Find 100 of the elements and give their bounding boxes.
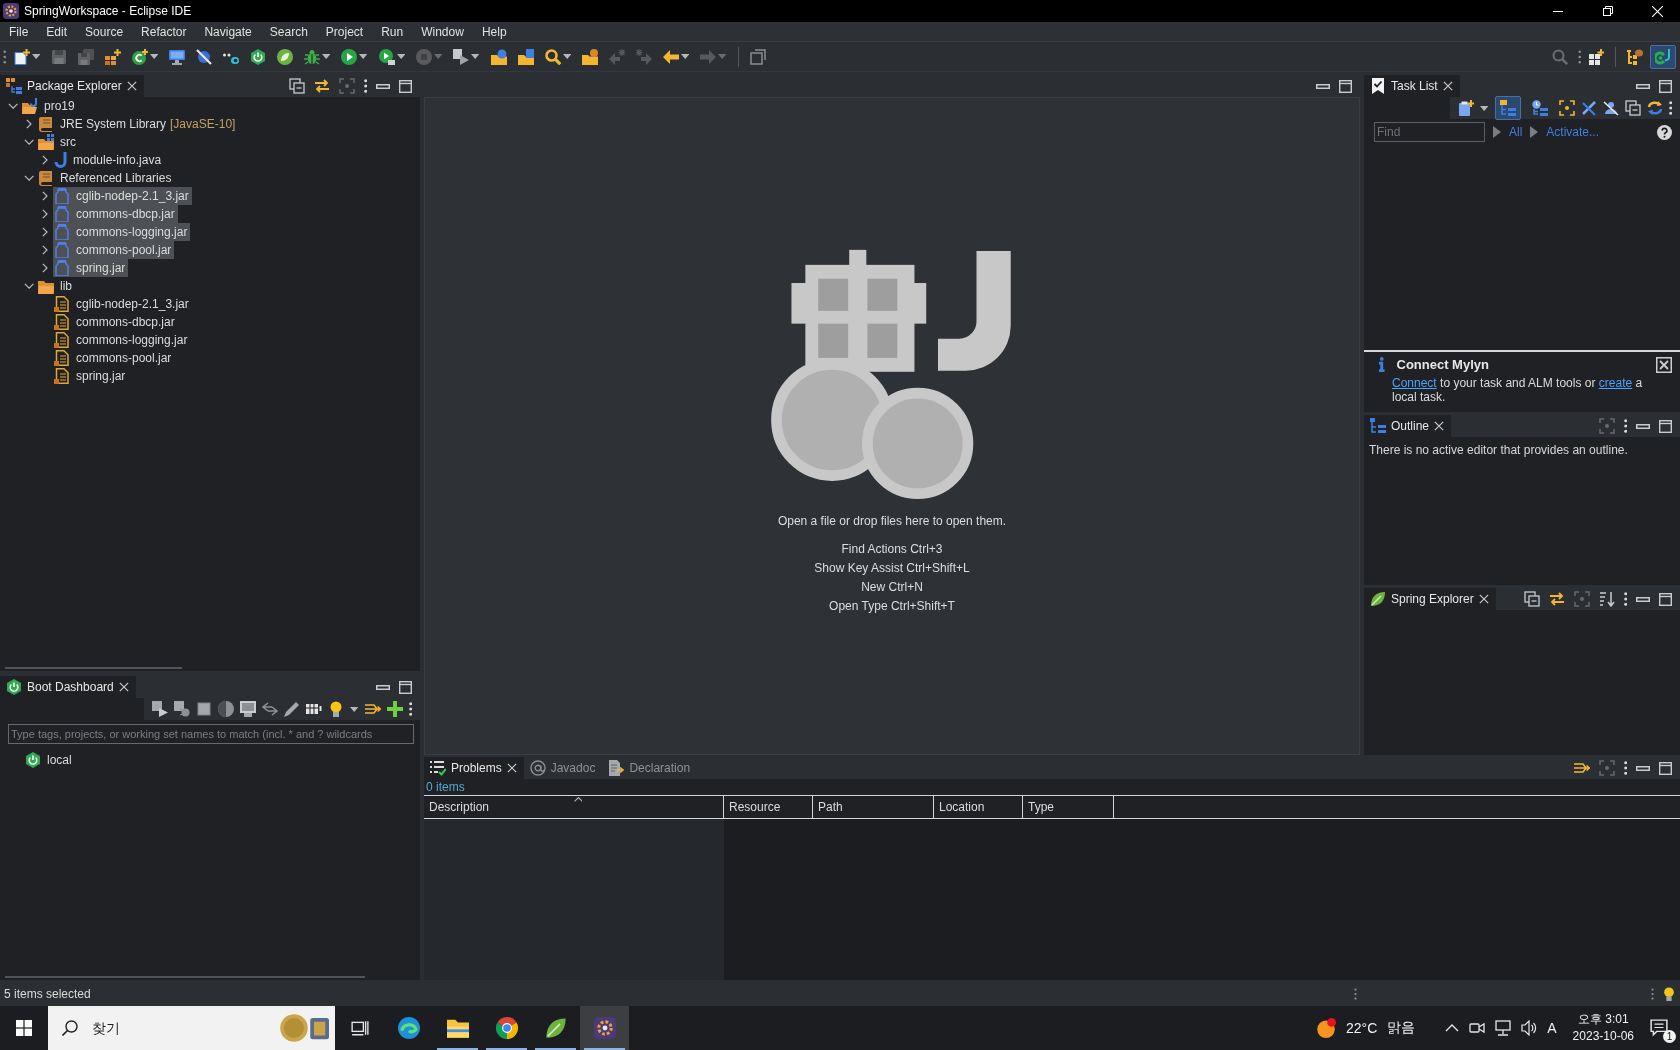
- view-tab[interactable]: Spring Explorer: [1364, 588, 1496, 610]
- menu-item[interactable]: Source: [76, 24, 133, 39]
- menu-item[interactable]: Project: [316, 24, 373, 39]
- view-tab[interactable]: Problems: [424, 757, 524, 779]
- kebab-menu-icon[interactable]: [1623, 419, 1627, 433]
- tree-item[interactable]: commons-logging.jar: [53, 331, 191, 349]
- play-icon[interactable]: [341, 48, 358, 65]
- chevron-down-icon[interactable]: [23, 283, 35, 289]
- search-icon[interactable]: [544, 48, 561, 65]
- menu-item[interactable]: Run: [372, 24, 413, 39]
- scrollbar-thumb[interactable]: [5, 667, 182, 669]
- swap-arrows-icon[interactable]: [1548, 591, 1565, 607]
- tree-item[interactable]: module-info.java: [53, 151, 165, 169]
- grip-icon[interactable]: [1577, 49, 1581, 64]
- focus-frame-icon[interactable]: [1558, 100, 1575, 116]
- stop-square-icon[interactable]: [196, 701, 213, 717]
- menu-item[interactable]: Navigate: [195, 24, 261, 39]
- maximize-icon[interactable]: [399, 680, 412, 694]
- caret-icon[interactable]: [359, 54, 368, 59]
- segmented-circle-icon[interactable]: [495, 1017, 518, 1039]
- link[interactable]: create: [1598, 376, 1633, 390]
- list-check-icon[interactable]: [430, 760, 446, 776]
- document-arrow-icon[interactable]: [608, 760, 625, 776]
- folder-circle-icon[interactable]: [490, 48, 507, 65]
- tree-item[interactable]: lib: [37, 277, 75, 295]
- maximize-icon[interactable]: [1659, 761, 1672, 775]
- tree-item[interactable]: commons-pool.jar: [53, 349, 175, 367]
- menu-item[interactable]: File: [0, 24, 38, 39]
- minimize-icon[interactable]: [1316, 83, 1330, 89]
- box-bug-icon[interactable]: [174, 701, 191, 717]
- kebab-menu-icon[interactable]: [1623, 592, 1627, 606]
- caret-icon[interactable]: [471, 54, 480, 59]
- find-field[interactable]: Find: [1374, 122, 1485, 142]
- camera-icon[interactable]: [1469, 1020, 1486, 1036]
- menu-item[interactable]: Search: [260, 24, 317, 39]
- chevron-down-icon[interactable]: [23, 175, 35, 181]
- close-icon[interactable]: [1434, 421, 1445, 431]
- gear-box-icon[interactable]: [593, 1017, 616, 1039]
- caret-icon[interactable]: [1480, 105, 1489, 111]
- collapse-all-icon[interactable]: [1523, 591, 1540, 607]
- at-sign-icon[interactable]: [529, 760, 546, 776]
- leaf-icon[interactable]: [277, 48, 294, 65]
- person-slashed-icon[interactable]: [1602, 100, 1619, 116]
- table-icon[interactable]: [306, 701, 323, 717]
- grip-icon[interactable]: [1651, 988, 1654, 1000]
- leaf-icon[interactable]: [544, 1017, 567, 1039]
- link[interactable]: All: [1509, 125, 1523, 139]
- slashed-circle-icon[interactable]: [196, 48, 213, 65]
- search-icon[interactable]: [62, 1020, 78, 1036]
- caret-icon[interactable]: [562, 54, 572, 59]
- bug-icon[interactable]: [304, 48, 321, 65]
- view-tab[interactable]: Boot Dashboard: [0, 676, 136, 698]
- tree-item[interactable]: spring.jar: [53, 259, 129, 277]
- play-box-icon[interactable]: [378, 48, 395, 65]
- sync-arrows-icon[interactable]: [1646, 100, 1663, 116]
- folder-tree-icon[interactable]: [1499, 100, 1516, 116]
- folder-icon[interactable]: [446, 1017, 469, 1039]
- minimize-icon[interactable]: [1636, 83, 1650, 89]
- kebab-menu-icon[interactable]: [363, 79, 367, 93]
- console-icon[interactable]: [240, 701, 257, 717]
- sort-caret-icon[interactable]: [573, 797, 583, 802]
- tree-item[interactable]: local: [24, 751, 75, 769]
- maximize-icon[interactable]: [399, 79, 412, 93]
- weather-text[interactable]: 맑음: [1387, 1019, 1416, 1037]
- tree-item[interactable]: commons-pool.jar: [53, 241, 175, 259]
- caret-icon[interactable]: [31, 54, 40, 59]
- box-play-icon[interactable]: [152, 701, 169, 717]
- kebab-menu-icon[interactable]: [1623, 761, 1627, 775]
- kebab-menu-icon[interactable]: [408, 702, 412, 716]
- collapse-all-icon[interactable]: [288, 78, 305, 94]
- view-tab[interactable]: Declaration: [602, 757, 698, 779]
- triangle-right-icon[interactable]: [1530, 126, 1539, 138]
- marker-arrow-icon[interactable]: [453, 48, 470, 65]
- left-arrow-icon[interactable]: [663, 48, 680, 65]
- menu-item[interactable]: Refactor: [132, 24, 196, 39]
- checklist-icon[interactable]: [1370, 78, 1386, 94]
- temperature-text[interactable]: 22°C: [1346, 1020, 1378, 1036]
- new-file-icon[interactable]: [13, 48, 30, 65]
- help-icon[interactable]: [1657, 124, 1672, 140]
- close-icon[interactable]: [506, 763, 517, 773]
- tree-item[interactable]: Referenced Libraries: [37, 169, 175, 187]
- window-icon[interactable]: [749, 48, 766, 65]
- folder-dot-icon[interactable]: [582, 48, 599, 65]
- caret-icon[interactable]: [322, 54, 331, 59]
- tree-item[interactable]: pro19: [21, 97, 78, 115]
- maximize-icon[interactable]: [1659, 79, 1672, 93]
- sort-icon[interactable]: [1598, 591, 1615, 607]
- swap-arrows-icon[interactable]: [262, 701, 279, 717]
- search-field[interactable]: 찾기: [90, 1013, 267, 1043]
- chevron-right-icon[interactable]: [42, 263, 48, 273]
- caret-icon[interactable]: [149, 54, 159, 59]
- class-plus-icon[interactable]: [131, 48, 148, 65]
- perspective-button[interactable]: [1650, 44, 1676, 69]
- clock-tree-icon[interactable]: [1531, 100, 1548, 116]
- close-icon[interactable]: [1442, 81, 1453, 91]
- view-tab[interactable]: Package Explorer: [0, 75, 144, 97]
- minimize-icon[interactable]: [1636, 765, 1650, 771]
- tree-item[interactable]: commons-logging.jar: [53, 223, 191, 241]
- tree-item[interactable]: commons-dbcp.jar: [53, 313, 178, 331]
- view-tab[interactable]: Javadoc: [523, 757, 603, 779]
